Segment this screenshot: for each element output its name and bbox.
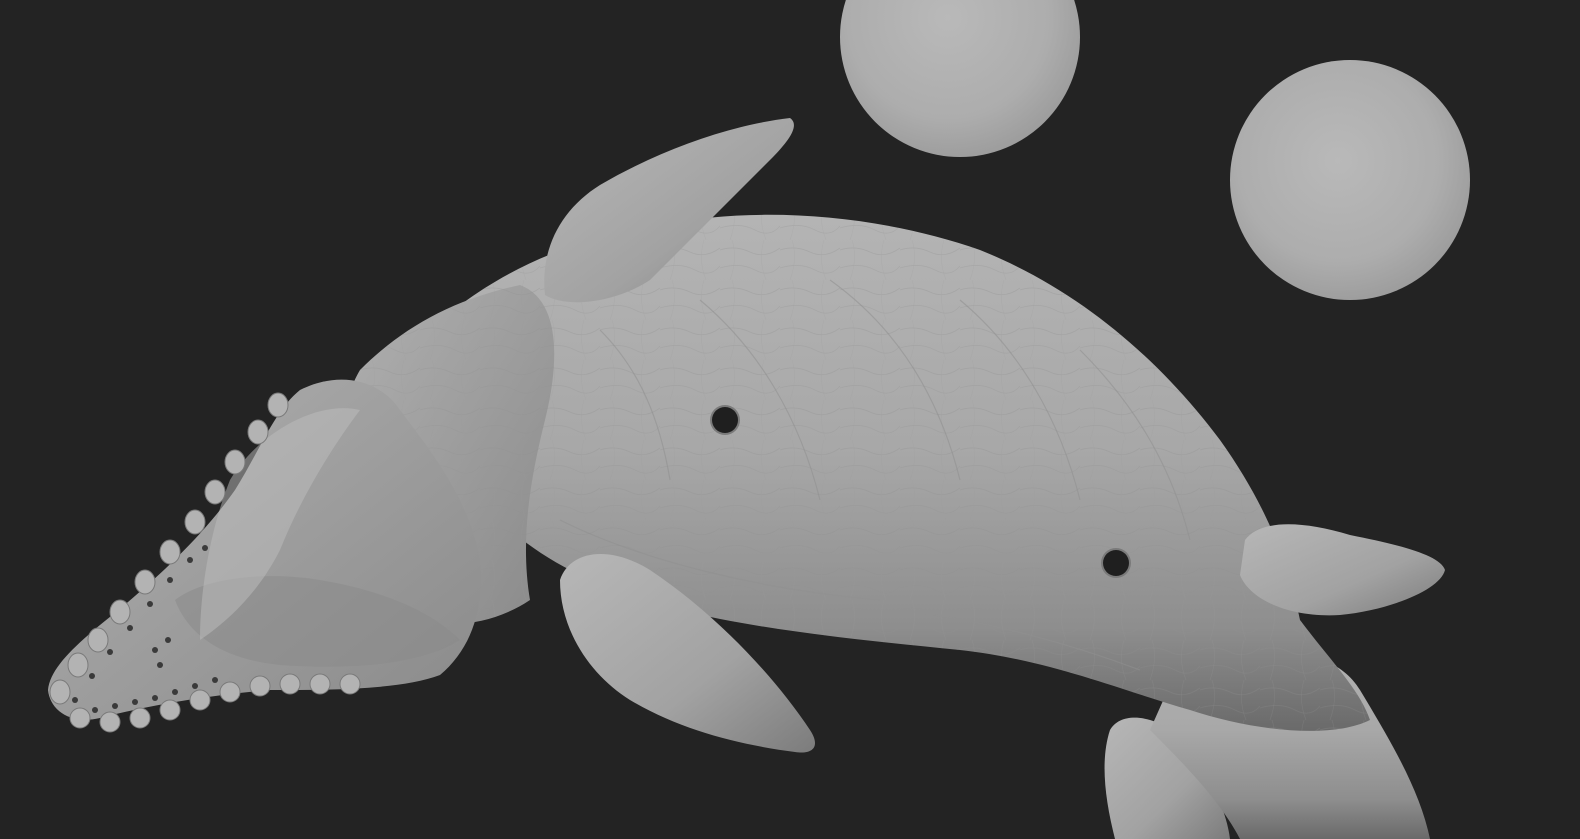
sphere-top[interactable] (840, 0, 1080, 157)
creature-rear-fin[interactable] (1240, 524, 1445, 616)
sphere-right[interactable] (1230, 60, 1470, 300)
sculpt-viewport[interactable] (0, 0, 1580, 839)
scene-svg (48, 0, 1470, 839)
